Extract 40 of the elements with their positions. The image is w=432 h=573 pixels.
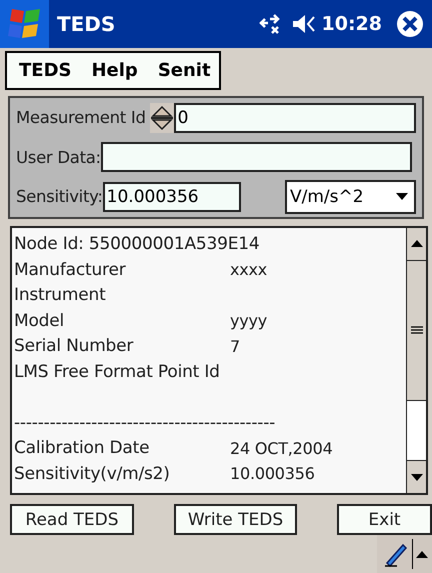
field-label: Measurement Id — [16, 108, 146, 128]
clock-time[interactable]: 10:28 — [322, 13, 382, 35]
speaker-icon[interactable] — [292, 13, 316, 35]
start-flag-icon[interactable] — [0, 0, 49, 48]
action-button[interactable]: Read TEDS — [10, 504, 134, 536]
info-text: Node Id: 550000001A539E14 — [14, 234, 260, 254]
scroll-down-icon[interactable] — [410, 474, 422, 481]
info-value: 7 — [230, 336, 240, 356]
info-label: Sensitivity(v/m/s2) — [14, 464, 171, 484]
caret-up-icon[interactable] — [416, 550, 428, 558]
field-label: Sensitivity: — [16, 187, 103, 206]
pen-icon[interactable] — [383, 541, 409, 568]
info-label: Model — [14, 310, 66, 331]
info-value: yyyy — [230, 311, 268, 330]
close-icon[interactable] — [396, 10, 424, 38]
info-text: -------------------------------------------- — [14, 412, 276, 433]
field-label: User Data: — [16, 148, 101, 167]
action-button[interactable]: Exit — [337, 504, 432, 536]
action-button[interactable]: Write TEDS — [174, 504, 297, 536]
info-label: Serial Number — [14, 336, 134, 356]
menu-item[interactable]: Help — [91, 60, 138, 81]
unit-dropdown[interactable]: V/m/s^2 — [285, 180, 416, 214]
info-label: Calibration Date — [14, 438, 150, 458]
info-text: LMS Free Format Point Id — [14, 362, 220, 382]
info-value: 10.000356 — [230, 464, 315, 484]
info-label: Manufacturer — [14, 260, 127, 280]
user-data-field[interactable] — [100, 142, 412, 172]
menu-item[interactable]: TEDS — [19, 60, 72, 81]
spinner-icon[interactable] — [150, 102, 174, 133]
info-value: 24 OCT,2004 — [230, 438, 333, 458]
sensitivity-field[interactable]: 10.000356 — [102, 182, 241, 212]
window-title: TEDS — [57, 12, 116, 36]
info-label: Instrument — [14, 285, 107, 306]
info-value: xxxx — [230, 260, 268, 280]
scroll-up-icon[interactable] — [410, 240, 422, 248]
measurement-id-field[interactable]: 0 — [174, 102, 416, 133]
scrollbar[interactable] — [406, 228, 426, 494]
menu-item[interactable]: Senit — [158, 60, 211, 81]
caret-icon — [396, 193, 408, 200]
grip-icon[interactable] — [410, 326, 422, 334]
